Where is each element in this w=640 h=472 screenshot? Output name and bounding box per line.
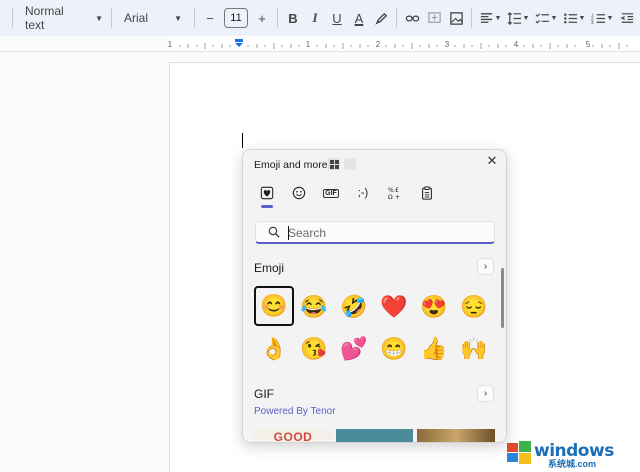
emoji-section-more-button[interactable]: › [477, 258, 494, 275]
align-left-icon[interactable]: ▼ [476, 6, 504, 30]
ruler-label: 1 [306, 40, 311, 49]
underline-button[interactable]: U [326, 6, 348, 30]
font-family-dropdown[interactable]: Arial ▼ [116, 5, 190, 31]
close-icon[interactable]: ✕ [485, 154, 499, 168]
decrease-font-size-button[interactable]: − [199, 6, 221, 30]
svg-text:%: % [388, 187, 394, 194]
highlight-pen-icon[interactable] [370, 6, 392, 30]
watermark: windows 系统城.com [506, 437, 640, 472]
insert-image-icon[interactable] [445, 6, 467, 30]
ruler[interactable]: 1 1 2 3 4 5 [0, 36, 640, 52]
bold-button[interactable]: B [282, 6, 304, 30]
emoji-tears-of-joy[interactable]: 😂 [294, 286, 334, 328]
kaomoji-icon: ;-) [357, 187, 369, 199]
emoji-pensive[interactable]: 😔 [454, 286, 494, 328]
checklist-icon[interactable]: ▼ [532, 6, 560, 30]
grid-view-icon[interactable] [328, 158, 340, 170]
emoji-thumbs-up[interactable]: 👍 [414, 328, 454, 370]
toolbar-divider [111, 8, 112, 28]
emoji-section-title: Emoji [254, 261, 285, 275]
ruler-label: 3 [445, 40, 450, 49]
emoji-panel-title: Emoji and more [254, 159, 328, 171]
search-input[interactable] [288, 224, 488, 241]
emoji-panel: Emoji and more ✕ GIF ;-) % £ Ω + Search … [242, 149, 507, 443]
emoji-raising-hands[interactable]: 🙌 [454, 328, 494, 370]
powered-by-tenor: Powered By Tenor [254, 406, 336, 417]
gif-thumbnail[interactable] [336, 429, 413, 442]
smiley-icon [292, 186, 306, 200]
ruler-label: 5 [586, 40, 591, 49]
gif-icon: GIF [323, 188, 339, 198]
tab-emoji[interactable] [289, 182, 309, 204]
gif-section-title: GIF [254, 387, 274, 401]
emoji-heart-eyes[interactable]: 😍 [414, 286, 454, 328]
pin-panel-icon[interactable] [344, 158, 356, 170]
gif-thumbnail[interactable]: GOOD [254, 429, 332, 442]
toolbar-divider [12, 8, 13, 28]
emoji-rolling-laughing[interactable]: 🤣 [334, 286, 374, 328]
line-spacing-icon[interactable]: ▼ [504, 6, 532, 30]
decrease-indent-icon[interactable] [616, 6, 638, 30]
chevron-down-icon: ▼ [95, 13, 103, 23]
emoji-grid: 😊 😂 🤣 ❤️ 😍 😔 👌 😘 💕 😁 👍 🙌 [254, 286, 494, 370]
windows-logo-icon [507, 441, 531, 464]
toolbar-divider [277, 8, 278, 28]
svg-text:£: £ [395, 187, 399, 194]
emoji-smiling-face[interactable]: 😊 [254, 286, 294, 326]
search-caret [288, 226, 289, 240]
emoji-blowing-kiss[interactable]: 😘 [294, 328, 334, 370]
emoji-ok-hand[interactable]: 👌 [254, 328, 294, 370]
search-box[interactable] [255, 221, 495, 244]
numbered-list-icon[interactable]: 123 ▼ [588, 6, 616, 30]
paragraph-style-dropdown[interactable]: Normal text ▼ [17, 4, 107, 32]
italic-button[interactable]: I [304, 6, 326, 30]
toolbar-divider [471, 8, 472, 28]
symbols-icon: % £ Ω + [388, 187, 400, 200]
emoji-grinning[interactable]: 😁 [374, 328, 414, 370]
search-icon [268, 226, 280, 238]
toolbar-left-edge [0, 5, 8, 31]
tab-gif[interactable]: GIF [321, 182, 341, 204]
font-size-input[interactable]: 11 [224, 8, 248, 28]
ruler-label: 4 [514, 40, 519, 49]
panel-scrollbar[interactable] [501, 268, 504, 328]
svg-text:3: 3 [591, 20, 594, 25]
tab-favorites[interactable] [257, 182, 277, 208]
svg-text:Ω: Ω [388, 194, 393, 200]
ruler-ticks: 1 1 2 3 4 5 [168, 39, 628, 49]
tab-clipboard[interactable] [417, 182, 437, 204]
heart-icon [260, 186, 274, 200]
add-comment-icon[interactable] [423, 6, 445, 30]
tab-symbols[interactable]: % £ Ω + [385, 182, 405, 204]
toolbar: Normal text ▼ Arial ▼ − 11 + B I U A ▼ ▼… [0, 0, 640, 36]
font-family-label: Arial [124, 11, 149, 25]
ruler-label: 2 [376, 40, 381, 49]
clipboard-icon [422, 186, 432, 200]
toolbar-divider [396, 8, 397, 28]
toolbar-divider [194, 8, 195, 28]
link-icon[interactable] [401, 6, 423, 30]
ruler-label: 1 [168, 40, 173, 49]
text-color-button[interactable]: A [348, 6, 370, 30]
watermark-site: 系统城.com [548, 459, 597, 469]
chevron-down-icon: ▼ [174, 13, 182, 23]
gif-thumbnail[interactable] [417, 429, 495, 442]
text-cursor [242, 133, 243, 148]
emoji-two-hearts[interactable]: 💕 [334, 328, 374, 370]
svg-text:+: + [395, 194, 400, 200]
emoji-red-heart[interactable]: ❤️ [374, 286, 414, 328]
indent-marker-icon[interactable] [235, 39, 243, 47]
increase-font-size-button[interactable]: + [251, 6, 273, 30]
bulleted-list-icon[interactable]: ▼ [560, 6, 588, 30]
tab-kaomoji[interactable]: ;-) [353, 182, 373, 204]
gif-section-more-button[interactable]: › [477, 385, 494, 402]
category-tabs: GIF ;-) % £ Ω + [257, 182, 437, 208]
paragraph-style-label: Normal text [25, 4, 64, 32]
